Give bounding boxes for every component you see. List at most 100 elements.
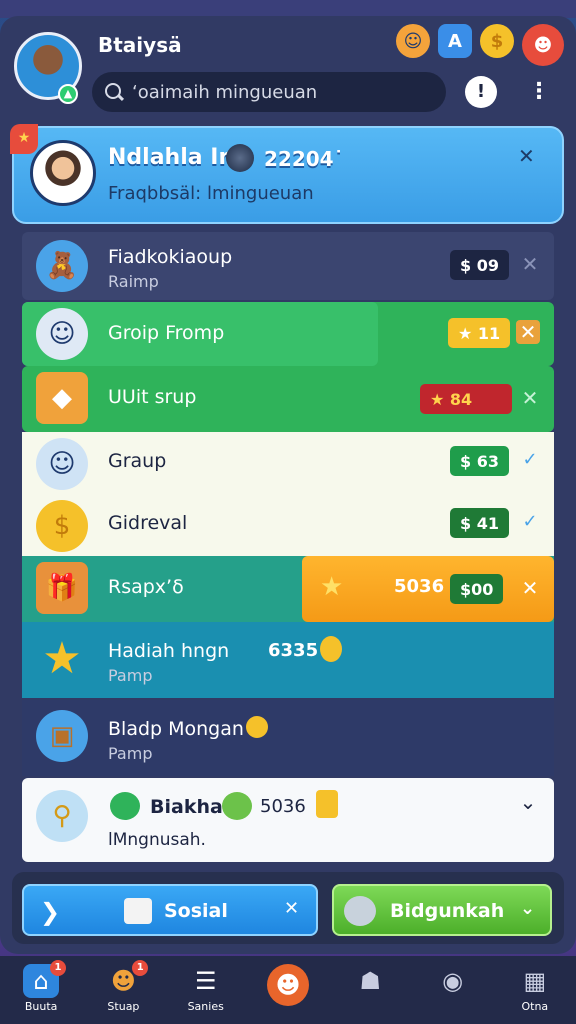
row-title: Gidreval (108, 512, 188, 534)
list-item[interactable]: 🧸 Fiadkokiaoup Raimp $ 09 ✕ (22, 232, 554, 300)
notification-badge: 1 (50, 960, 66, 976)
highlight-number: 22204˙ (264, 147, 344, 171)
coin-stack-icon (316, 790, 338, 818)
nav-item-home[interactable]: ⌂ 1 Buuta (0, 956, 82, 1024)
chevron-down-icon[interactable]: ⌄ (520, 898, 535, 919)
child-avatar-icon: ☺ (36, 438, 88, 490)
a-logo-icon[interactable]: A (438, 24, 472, 58)
list-item[interactable]: 🎁 Rsapx’δ ★ 5036 $00 ✕ (22, 556, 554, 622)
row-title: Groip Fromp (108, 322, 225, 344)
list-item[interactable]: ⚲ Biakha 5036 lMngnusah. ⌄ (22, 778, 554, 862)
highlight-subtitle: Fraqbbsäl: lmingueuan (108, 183, 314, 204)
nav-item-people[interactable]: ☗ (329, 956, 411, 1024)
coin-pill: $ 41 (450, 508, 509, 538)
coin-pill: $ 63 (450, 446, 509, 476)
reward-banner[interactable]: ★ 5036 $00 ✕ (302, 556, 554, 622)
list-item[interactable]: ◆ UUit srup ★ 84 ✕ (22, 366, 554, 432)
row-subtitle: Pamp (108, 744, 153, 763)
nav-item-location[interactable]: ◉ (411, 956, 493, 1024)
reward-score: 5036 (394, 576, 445, 597)
row-subtitle: Pamp (108, 666, 153, 685)
bottom-nav: ⌂ 1 Buuta ☻ 1 Stuap ☰ Sanies ☻ ☗ ◉ ▦ Otn… (0, 956, 576, 1024)
highlight-collapse-button[interactable]: ✕ (518, 144, 535, 168)
row-subtitle: Raimp (108, 272, 159, 291)
gallery-icon: ▦ (523, 967, 547, 995)
nav-item-stuap[interactable]: ☻ 1 Stuap (82, 956, 164, 1024)
magnifier-coin-icon: ⚲ (36, 790, 88, 842)
row-title: Bladp Mongan (108, 718, 244, 740)
creature-icon (222, 792, 252, 820)
list-item[interactable]: ★ Hadiah hngn 6335 Pamp (22, 622, 554, 698)
nav-label: Otna (521, 1000, 549, 1013)
remove-button[interactable]: ✕ (518, 576, 542, 600)
nav-item-otna[interactable]: ▦ Otna (494, 956, 576, 1024)
star-icon: ★ (42, 632, 82, 684)
list-icon: ☰ (194, 967, 217, 995)
green-action-label: Bidgunkah (390, 900, 505, 922)
remove-button[interactable]: ✕ (516, 320, 540, 344)
face-avatar-icon[interactable]: ☺ (396, 24, 430, 58)
row-title: Hadiah hngn (108, 640, 230, 662)
search-icon (104, 82, 124, 102)
row-title: UUit srup (108, 386, 197, 408)
coin-pill: $00 (450, 574, 504, 604)
list-item[interactable]: $ Gidreval $ 41 ✓ (22, 494, 554, 556)
close-icon[interactable]: ✕ (284, 898, 299, 919)
coin-pill: $ 09 (450, 250, 509, 280)
people-icon: ☗ (359, 967, 382, 995)
pot-icon (110, 792, 140, 820)
arrow-right-icon: ❯ (40, 898, 61, 926)
list-item[interactable]: ☺ Groip Fromp ★ 11 ✕ (22, 302, 554, 366)
social-label: Sosial (164, 900, 228, 922)
highlight-title: Ndlahla In (108, 145, 235, 170)
list-item[interactable]: ▣ Bladp Mongan Pamp (22, 700, 554, 776)
nav-item-sanies[interactable]: ☰ Sanies (165, 956, 247, 1024)
chest-icon: ▣ (36, 710, 88, 762)
nav-label: Stuap (107, 1000, 140, 1013)
check-button[interactable]: ✓ (518, 510, 542, 534)
nav-label: Sanies (187, 1000, 224, 1013)
row-title: Fiadkokiaoup (108, 246, 233, 268)
star-pill: ★ 11 (448, 318, 511, 348)
row-title: Rsapx’δ (108, 576, 184, 598)
ribbon-icon: ★ (10, 124, 38, 154)
row-subtitle: lMngnusah. (108, 830, 206, 850)
remove-button[interactable]: ✕ (518, 386, 542, 410)
list-item[interactable]: ☺ Graup $ 63 ✓ (22, 432, 554, 494)
gift-icon (124, 898, 152, 924)
row-score: 5036 (260, 796, 306, 817)
location-pin-icon: ◉ (442, 967, 464, 995)
top-icon-bar: ☺ A $ ☻ (396, 24, 564, 66)
badge-icon (344, 896, 376, 926)
coin-icon (246, 716, 268, 738)
mascot-icon[interactable]: ☻ (522, 24, 564, 66)
notification-badge: 1 (132, 960, 149, 976)
green-action-button[interactable]: Bidgunkah ⌄ (332, 884, 552, 936)
star-pill: ★ 84 (420, 384, 512, 414)
coin-icon (320, 636, 342, 662)
online-badge-icon: ▲ (58, 84, 78, 104)
row-title: Biakha (150, 796, 223, 818)
remove-button[interactable]: ✕ (518, 252, 542, 276)
boy-avatar-icon: ☺ (36, 308, 88, 360)
info-button[interactable]: ! (465, 76, 497, 108)
globe-icon (226, 144, 254, 172)
teddy-bear-icon: 🧸 (36, 240, 88, 292)
search-input[interactable] (132, 81, 432, 103)
fox-mascot-icon: ☻ (266, 964, 309, 1006)
nav-label: Buuta (24, 1000, 58, 1013)
nav-item-mascot[interactable]: ☻ (247, 956, 329, 1024)
gift-box-icon: 🎁 (36, 562, 88, 614)
star-icon: ★ (320, 572, 344, 602)
treasure-chest-icon: ◆ (36, 372, 88, 424)
more-options-icon[interactable]: ⋮ (528, 78, 550, 106)
search-bar[interactable] (92, 72, 446, 112)
expand-chevron-icon[interactable]: ⌄ (516, 790, 540, 814)
gold-coin-icon: $ (36, 500, 88, 552)
user-name: Btaiysä (98, 33, 182, 57)
social-button[interactable]: ❯ Sosial ✕ (22, 884, 318, 936)
coin-icon[interactable]: $ (480, 24, 514, 58)
row-title: Graup (108, 450, 167, 472)
highlight-avatar (30, 140, 96, 206)
check-button[interactable]: ✓ (518, 448, 542, 472)
